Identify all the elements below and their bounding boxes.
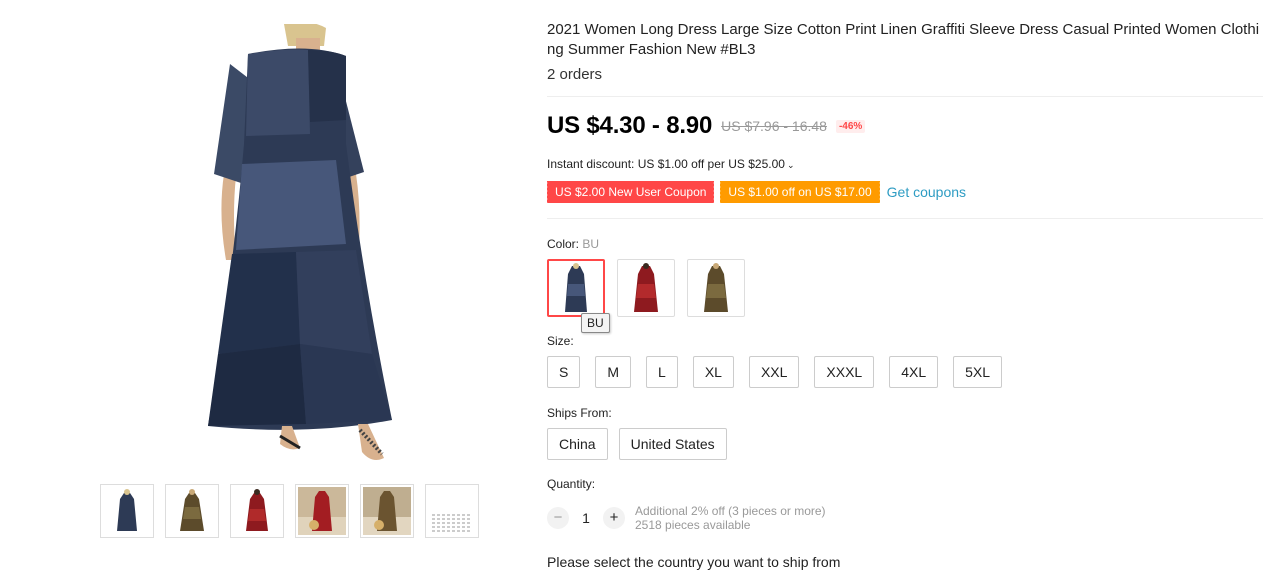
size-option-xxl[interactable]: XXL [748, 356, 800, 388]
thumbnail-size-chart[interactable] [425, 484, 479, 538]
dress-blue-swatch-icon [565, 263, 587, 312]
instant-discount[interactable]: Instant discount: US $1.00 off per US $2… [547, 157, 794, 171]
size-option-m[interactable]: M [595, 356, 632, 388]
size-option-xl[interactable]: XL [692, 356, 734, 388]
quantity-increase-button[interactable]: + [603, 507, 625, 529]
ships-from-united-states[interactable]: United States [618, 428, 727, 460]
selected-color-value: BU [582, 237, 600, 251]
ships-from-label: Ships From: [547, 406, 612, 420]
size-chart-thumb-icon [428, 487, 476, 535]
divider [547, 96, 1263, 97]
size-option-xxxl[interactable]: XXXL [814, 356, 875, 388]
dress-brown-swatch-icon [704, 263, 728, 312]
chevron-down-icon: ⌄ [786, 160, 795, 170]
main-product-image[interactable] [196, 21, 420, 464]
original-price: US $7.96 - 16.48 [721, 118, 827, 134]
color-option-bu[interactable] [547, 259, 605, 317]
quantity-label: Quantity: [547, 477, 596, 491]
bulk-discount-note: Additional 2% off (3 pieces or more) [635, 504, 826, 518]
quantity-note: Additional 2% off (3 pieces or more) 251… [635, 504, 826, 532]
dress-red-swatch-icon [634, 263, 658, 312]
thumbnail-strip [100, 484, 479, 538]
size-options: S M L XL XXL XXXL 4XL 5XL [547, 356, 1003, 388]
color-label: Color: [547, 237, 580, 251]
thumbnail-red-dress[interactable] [230, 484, 284, 538]
thumbnail-brown-dress-beach[interactable] [360, 484, 414, 538]
thumbnail-brown-dress[interactable] [165, 484, 219, 538]
instant-discount-text: Instant discount: US $1.00 off per US $2… [547, 157, 785, 171]
dress-blue-thumb-icon [103, 487, 151, 535]
quantity-stepper: − 1 + Additional 2% off (3 pieces or mor… [547, 504, 826, 532]
order-count: 2 orders [547, 66, 603, 83]
dress-red-thumb-icon [233, 487, 281, 535]
dress-brown-beach-thumb-icon [363, 487, 411, 535]
size-option-4xl[interactable]: 4XL [889, 356, 939, 388]
size-option-5xl[interactable]: 5XL [953, 356, 1003, 388]
color-options [547, 259, 745, 317]
current-price: US $4.30 - 8.90 [547, 112, 713, 139]
color-label-row: Color: BU [547, 237, 599, 251]
ships-from-options: China United States [547, 428, 727, 460]
availability-note: 2518 pieces available [635, 518, 751, 532]
dress-red-beach-thumb-icon [298, 487, 346, 535]
divider [547, 218, 1263, 219]
thumbnail-blue-dress[interactable] [100, 484, 154, 538]
ship-country-message: Please select the country you want to sh… [547, 554, 841, 570]
thumbnail-red-dress-beach[interactable] [295, 484, 349, 538]
new-user-coupon[interactable]: US $2.00 New User Coupon [545, 181, 715, 203]
coupon-row: US $2.00 New User Coupon US $1.00 off on… [545, 181, 966, 203]
get-coupons-link[interactable]: Get coupons [887, 184, 966, 200]
color-option-brown[interactable] [687, 259, 745, 317]
quantity-decrease-button[interactable]: − [547, 507, 569, 529]
dress-image [208, 21, 392, 460]
store-coupon[interactable]: US $1.00 off on US $17.00 [719, 181, 880, 203]
product-title: 2021 Women Long Dress Large Size Cotton … [547, 21, 1260, 58]
size-option-s[interactable]: S [547, 356, 581, 388]
discount-badge: -46% [835, 119, 866, 133]
size-label: Size: [547, 334, 574, 348]
color-option-red[interactable] [617, 259, 675, 317]
ships-from-china[interactable]: China [547, 428, 608, 460]
color-tooltip: BU [581, 313, 610, 333]
quantity-value[interactable]: 1 [569, 510, 603, 526]
price-row: US $4.30 - 8.90 US $7.96 - 16.48 -46% [547, 112, 866, 140]
dress-brown-thumb-icon [168, 487, 216, 535]
size-option-l[interactable]: L [646, 356, 678, 388]
